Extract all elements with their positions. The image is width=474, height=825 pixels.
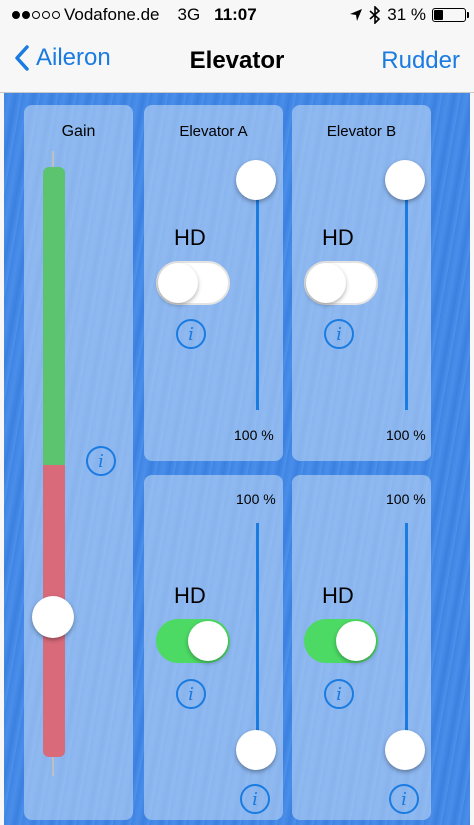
elevator-a-top-hd-switch[interactable] <box>156 261 230 305</box>
elevator-b-title: Elevator B <box>326 123 397 140</box>
elevator-a-title: Elevator A <box>179 123 248 140</box>
elevator-b-top-percent: 100 % <box>386 427 426 443</box>
gain-positive-zone <box>43 167 65 465</box>
elevator-b-bottom-percent: 100 % <box>386 491 426 507</box>
switch-knob <box>306 263 346 303</box>
content-area: Gain i Elevator A HD i 100 % Elevator B … <box>4 93 470 825</box>
navigation-bar: Aileron Elevator Rudder <box>0 30 474 93</box>
elevator-b-top-info-icon[interactable]: i <box>324 319 354 349</box>
elevator-b-top-slider-thumb[interactable] <box>385 160 425 200</box>
elevator-a-top-panel: Elevator A HD i 100 % <box>144 105 283 461</box>
signal-dot <box>12 11 20 19</box>
signal-dot <box>32 11 40 19</box>
battery-icon <box>432 8 469 22</box>
elevator-a-top-info-icon[interactable]: i <box>176 319 206 349</box>
elevator-b-bottom-slider-info-icon[interactable]: i <box>389 784 419 814</box>
elevator-a-bottom-slider-thumb[interactable] <box>236 730 276 770</box>
status-right: 31 % <box>349 5 469 25</box>
chevron-left-icon <box>15 45 29 71</box>
screen: Vodafone.de 3G 11:07 31 % Aileron Elevat… <box>0 0 474 825</box>
elevator-a-bottom-slider-track[interactable] <box>256 523 259 759</box>
elevator-a-top-hd-label: HD <box>174 225 206 250</box>
elevator-a-bottom-hd-switch[interactable] <box>156 619 230 663</box>
back-button-label: Aileron <box>36 44 111 71</box>
signal-strength-icon <box>12 11 60 19</box>
elevator-a-bottom-panel: 100 % HD i i <box>144 475 283 820</box>
status-time: 11:07 <box>214 5 257 24</box>
elevator-a-bottom-hd-label: HD <box>174 583 206 608</box>
elevator-a-bottom-slider-info-icon[interactable]: i <box>240 784 270 814</box>
carrier-name: Vodafone.de <box>64 5 160 24</box>
switch-knob <box>188 621 228 661</box>
switch-knob <box>158 263 198 303</box>
gain-info-icon[interactable]: i <box>86 446 116 476</box>
battery-fill <box>434 10 443 20</box>
elevator-b-bottom-panel: 100 % HD i i <box>292 475 431 820</box>
elevator-b-bottom-hd-label: HD <box>322 583 354 608</box>
elevator-b-bottom-hd-switch[interactable] <box>304 619 378 663</box>
elevator-a-top-percent: 100 % <box>234 427 274 443</box>
switch-knob <box>336 621 376 661</box>
elevator-b-bottom-slider-track[interactable] <box>405 523 408 759</box>
bluetooth-icon <box>369 6 381 24</box>
elevator-b-top-hd-label: HD <box>322 225 354 250</box>
rudder-button[interactable]: Rudder <box>381 47 460 75</box>
elevator-b-bottom-slider-thumb[interactable] <box>385 730 425 770</box>
elevator-a-top-slider-track[interactable] <box>256 200 259 410</box>
gain-title: Gain <box>61 123 96 140</box>
elevator-b-top-slider-track[interactable] <box>405 200 408 410</box>
signal-dot <box>22 11 30 19</box>
battery-percentage: 31 % <box>387 5 426 24</box>
signal-dot <box>42 11 50 19</box>
status-left: Vodafone.de 3G 11:07 <box>12 5 257 25</box>
elevator-a-bottom-info-icon[interactable]: i <box>176 679 206 709</box>
elevator-b-top-hd-switch[interactable] <box>304 261 378 305</box>
gain-slider-thumb[interactable] <box>32 596 74 638</box>
elevator-a-top-slider-thumb[interactable] <box>236 160 276 200</box>
location-arrow-icon <box>350 9 363 21</box>
status-bar: Vodafone.de 3G 11:07 31 % <box>0 0 474 30</box>
back-button-aileron[interactable]: Aileron <box>14 44 111 72</box>
signal-dot <box>52 11 60 19</box>
gain-panel: Gain i <box>24 105 133 820</box>
network-type: 3G <box>177 5 201 24</box>
elevator-b-top-panel: Elevator B HD i 100 % <box>292 105 431 461</box>
elevator-a-bottom-percent: 100 % <box>236 491 276 507</box>
elevator-b-bottom-info-icon[interactable]: i <box>324 679 354 709</box>
